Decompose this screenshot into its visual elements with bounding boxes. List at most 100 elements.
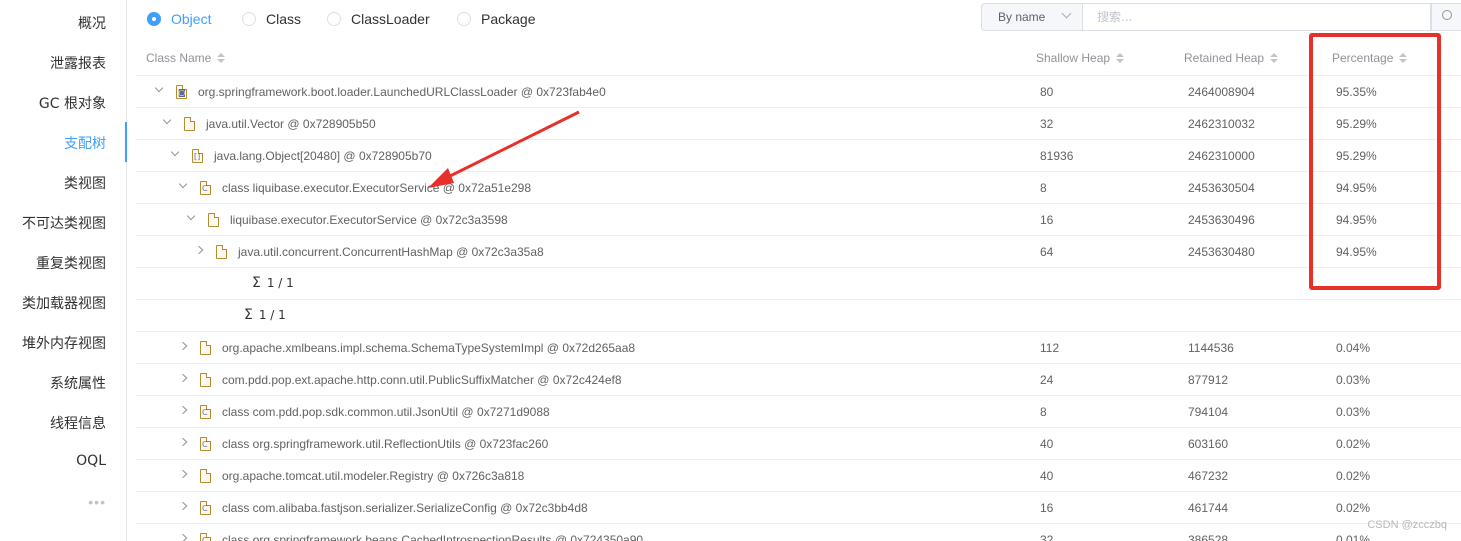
sidebar-item-thread-info[interactable]: 线程信息 xyxy=(50,413,106,433)
percentage-value: 0.02% xyxy=(1336,501,1371,515)
column-header-shallow-heap[interactable]: Shallow Heap xyxy=(1036,51,1125,65)
chevron-right-icon[interactable] xyxy=(178,405,188,415)
radio-object[interactable]: Object xyxy=(147,11,211,27)
table-row[interactable]: liquibase.executor.ExecutorService @ 0x7… xyxy=(136,204,1461,236)
more-icon[interactable]: ••• xyxy=(88,494,106,510)
object-icon xyxy=(216,245,227,259)
summary-count: 1 / 1 xyxy=(266,276,294,290)
radio-classloader[interactable]: ClassLoader xyxy=(327,11,430,27)
table-row[interactable]: java.util.Vector @ 0x728905b50 32 24623100… xyxy=(136,108,1461,140)
radio-class[interactable]: Class xyxy=(242,11,301,27)
search-icon xyxy=(1442,10,1452,20)
watermark: CSDN @zcczbq xyxy=(1367,519,1447,531)
object-name: liquibase.executor.ExecutorService @ 0x7… xyxy=(230,213,508,227)
table-row[interactable]: Cclass com.alibaba.fastjson.serializer.S… xyxy=(136,492,1461,524)
retained-heap-value: 467232 xyxy=(1188,469,1229,483)
class-icon: C xyxy=(200,501,211,515)
retained-heap-value: 461744 xyxy=(1188,501,1229,515)
table-row[interactable]: Cclass com.pdd.pop.sdk.common.util.JsonU… xyxy=(136,396,1461,428)
table-row[interactable]: org.apache.xmlbeans.impl.schema.SchemaTy… xyxy=(136,332,1461,364)
sidebar-item-dominator-tree[interactable]: 支配树 xyxy=(64,133,106,153)
search-mode-value: By name xyxy=(998,10,1046,24)
chevron-down-icon[interactable] xyxy=(178,179,188,189)
table-row[interactable]: java.util.concurrent.ConcurrentHashMap @… xyxy=(136,236,1461,268)
chevron-right-icon[interactable] xyxy=(178,469,188,479)
chevron-right-icon[interactable] xyxy=(178,373,188,383)
object-icon xyxy=(200,373,211,387)
chevron-right-icon[interactable] xyxy=(178,341,188,351)
sidebar-item-class-view[interactable]: 类视图 xyxy=(64,173,106,193)
chevron-down-icon[interactable] xyxy=(186,211,196,221)
search-button[interactable] xyxy=(1431,3,1461,31)
summary-row[interactable]: Σ1 / 1 xyxy=(136,268,1461,300)
retained-heap-value: 603160 xyxy=(1188,437,1229,451)
annotation-highlight-box xyxy=(1309,33,1441,290)
object-name: com.pdd.pop.ext.apache.http.conn.util.Pu… xyxy=(222,373,622,387)
chevron-right-icon[interactable] xyxy=(178,533,188,541)
radio-class-label: Class xyxy=(266,11,302,27)
percentage-value: 0.04% xyxy=(1336,341,1371,355)
shallow-heap-value: 64 xyxy=(1040,245,1054,259)
object-name: org.apache.xmlbeans.impl.schema.SchemaTy… xyxy=(222,341,636,355)
object-name: java.lang.Object[20480] @ 0x728905b70 xyxy=(214,149,432,163)
radio-package-label: Package xyxy=(481,11,536,27)
shallow-heap-value: 112 xyxy=(1040,341,1060,355)
classloader-icon: ◙ xyxy=(176,85,187,99)
percentage-value: 0.03% xyxy=(1336,405,1371,419)
object-name: java.util.concurrent.ConcurrentHashMap @… xyxy=(238,245,544,259)
radio-classloader-label: ClassLoader xyxy=(351,11,430,27)
sidebar-item-off-heap-view[interactable]: 堆外内存视图 xyxy=(22,333,106,353)
sigma-icon[interactable]: Σ1 / 1 xyxy=(252,275,294,291)
column-header-retained-heap[interactable]: Retained Heap xyxy=(1184,51,1279,65)
table-row[interactable]: Cclass liquibase.executor.ExecutorServic… xyxy=(136,172,1461,204)
sidebar-item-leak-report[interactable]: 泄露报表 xyxy=(50,53,106,73)
object-name: java.util.Vector @ 0x728905b50 xyxy=(206,117,376,131)
sidebar: 概况 泄露报表 GC 根对象 支配树 类视图 不可达类视图 重复类视图 类加载器… xyxy=(0,0,127,541)
table-row[interactable]: com.pdd.pop.ext.apache.http.conn.util.Pu… xyxy=(136,364,1461,396)
search-mode-select[interactable]: By name xyxy=(981,3,1082,31)
sort-icon[interactable] xyxy=(217,53,226,63)
radio-unchecked-icon xyxy=(457,12,471,26)
chevron-down-icon[interactable] xyxy=(170,147,180,157)
chevron-right-icon[interactable] xyxy=(178,501,188,511)
sidebar-item-duplicate-class-view[interactable]: 重复类视图 xyxy=(36,253,106,273)
sort-icon[interactable] xyxy=(1116,53,1125,63)
percentage-value: 0.03% xyxy=(1336,373,1371,387)
object-name: org.apache.tomcat.util.modeler.Registry … xyxy=(222,469,525,483)
retained-heap-value: 2462310000 xyxy=(1188,149,1255,163)
search-input[interactable] xyxy=(1082,3,1431,31)
object-name: class org.springframework.beans.CachedIn… xyxy=(222,533,644,541)
chevron-down-icon[interactable] xyxy=(162,115,172,125)
sidebar-item-classloader-view[interactable]: 类加载器视图 xyxy=(22,293,106,313)
table-row[interactable]: org.apache.tomcat.util.modeler.Registry … xyxy=(136,460,1461,492)
table-row[interactable]: [] java.lang.Object[20480] @ 0x728905b70 8… xyxy=(136,140,1461,172)
summary-count: 1 / 1 xyxy=(258,308,286,322)
shallow-heap-value: 40 xyxy=(1040,469,1054,483)
sigma-icon[interactable]: Σ1 / 1 xyxy=(244,307,286,323)
table-row[interactable]: Cclass org.springframework.beans.CachedI… xyxy=(136,524,1461,541)
class-icon: C xyxy=(200,533,211,541)
chevron-right-icon[interactable] xyxy=(194,245,204,255)
sidebar-item-gc-roots[interactable]: GC 根对象 xyxy=(39,93,106,113)
chevron-right-icon[interactable] xyxy=(178,437,188,447)
radio-package[interactable]: Package xyxy=(457,11,535,27)
object-icon xyxy=(200,469,211,483)
column-header-class-name[interactable]: Class Name xyxy=(146,51,226,65)
column-header-label: Retained Heap xyxy=(1184,51,1265,65)
sidebar-item-overview[interactable]: 概况 xyxy=(78,13,106,33)
table-row[interactable]: Cclass org.springframework.util.Reflecti… xyxy=(136,428,1461,460)
retained-heap-value: 2462310032 xyxy=(1188,117,1255,131)
sidebar-item-system-properties[interactable]: 系统属性 xyxy=(50,373,106,393)
sidebar-item-unreachable-class-view[interactable]: 不可达类视图 xyxy=(22,213,106,233)
shallow-heap-value: 8 xyxy=(1040,405,1047,419)
sort-icon[interactable] xyxy=(1270,53,1279,63)
object-name: class org.springframework.util.Reflectio… xyxy=(222,437,549,451)
table-row[interactable]: ◙ org.springframework.boot.loader.Launche… xyxy=(136,76,1461,108)
object-icon xyxy=(208,213,219,227)
shallow-heap-value: 8 xyxy=(1040,181,1047,195)
retained-heap-value: 2453630504 xyxy=(1188,181,1255,195)
sidebar-item-oql[interactable]: OQL xyxy=(76,453,106,469)
summary-row[interactable]: Σ1 / 1 xyxy=(136,300,1461,332)
sidebar-active-indicator xyxy=(125,122,127,162)
chevron-down-icon[interactable] xyxy=(154,83,164,93)
